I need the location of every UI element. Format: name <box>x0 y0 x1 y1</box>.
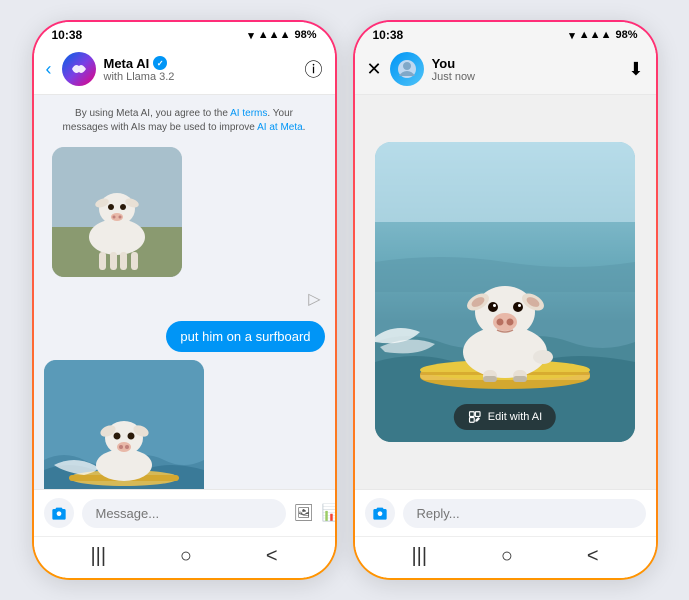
gallery-button[interactable]: 🖼 <box>294 503 314 523</box>
input-bar-right <box>355 489 656 536</box>
mic-button[interactable]: 📊 <box>322 503 335 523</box>
edit-with-ai-label: Edit with AI <box>488 411 542 423</box>
message-input-left[interactable] <box>82 499 286 528</box>
close-button-right[interactable]: ✕ <box>367 59 382 80</box>
header-info-right: You Just now <box>432 56 621 83</box>
edit-with-ai-overlay[interactable]: Edit with AI <box>454 404 556 430</box>
wifi-icon: ▾ <box>248 29 254 42</box>
goat-surf-svg-large <box>375 142 635 442</box>
camera-button-left[interactable] <box>44 498 74 528</box>
user-message-row: put him on a surfboard <box>44 321 325 352</box>
signal-icon-right: ▲▲▲ <box>579 29 612 41</box>
right-phone: 10:38 ▾ ▲▲▲ 98% ✕ You Just now ⬇ <box>353 20 658 580</box>
chat-header-right: ✕ You Just now ⬇ <box>355 46 656 95</box>
goat-svg-original <box>52 147 182 277</box>
battery-right: 98% <box>615 29 637 41</box>
status-bar-left: 10:38 ▾ ▲▲▲ 98% <box>34 22 335 46</box>
camera-button-right[interactable] <box>365 498 395 528</box>
user-message-bubble: put him on a surfboard <box>166 321 324 352</box>
edit-ai-icon <box>468 410 482 424</box>
goat-surf-svg-small <box>44 360 204 489</box>
chat-header-left: ‹ Meta AI ✓ with Llama 3.2 ⓘ <box>34 46 335 95</box>
nav-back-right[interactable]: < <box>587 545 599 568</box>
status-icons-right: ▾ ▲▲▲ 98% <box>569 29 637 42</box>
reply-input-right[interactable] <box>403 499 646 528</box>
header-name-right: You <box>432 56 621 71</box>
ai-image-row <box>44 147 325 277</box>
verified-badge: ✓ <box>153 56 167 70</box>
wifi-icon-right: ▾ <box>569 29 575 42</box>
header-subtitle-left: with Llama 3.2 <box>104 71 297 83</box>
ai-surfing-row <box>44 360 325 489</box>
ai-surfing-image <box>44 360 204 489</box>
battery-left: 98% <box>294 29 316 41</box>
header-name-left: Meta AI ✓ <box>104 56 297 71</box>
nav-bar-left: ||| ○ < <box>34 536 335 578</box>
header-subtitle-right: Just now <box>432 71 621 83</box>
user-avatar-right <box>390 52 424 86</box>
time-right: 10:38 <box>373 28 404 42</box>
full-image-container: Edit with AI <box>375 142 635 442</box>
left-phone: 10:38 ▾ ▲▲▲ 98% ‹ Meta AI ✓ with <box>32 20 337 580</box>
nav-home-left[interactable]: ○ <box>180 545 192 568</box>
nav-home-right[interactable]: ○ <box>501 545 513 568</box>
nav-menu-left[interactable]: ||| <box>90 545 106 568</box>
input-bar-left: 🖼 📊 <box>34 489 335 536</box>
header-info-left: Meta AI ✓ with Llama 3.2 <box>104 56 297 83</box>
meta-ai-avatar <box>62 52 96 86</box>
send-icon-right: ▷ <box>308 289 324 309</box>
ai-terms-link[interactable]: AI terms <box>230 108 267 119</box>
back-button-left[interactable]: ‹ <box>46 59 52 80</box>
status-bar-right: 10:38 ▾ ▲▲▲ 98% <box>355 22 656 46</box>
nav-menu-right[interactable]: ||| <box>411 545 427 568</box>
terms-text: By using Meta AI, you agree to the AI te… <box>44 103 325 139</box>
nav-back-left[interactable]: < <box>266 545 278 568</box>
info-button-left[interactable]: ⓘ <box>305 56 323 82</box>
download-button-right[interactable]: ⬇ <box>628 59 643 80</box>
signal-icon: ▲▲▲ <box>258 29 291 41</box>
status-icons-left: ▾ ▲▲▲ 98% <box>248 29 316 42</box>
time-left: 10:38 <box>52 28 83 42</box>
nav-bar-right: ||| ○ < <box>355 536 656 578</box>
chat-body-left: By using Meta AI, you agree to the AI te… <box>34 95 335 489</box>
right-chat-body: Edit with AI <box>355 95 656 489</box>
meta-link[interactable]: AI at Meta <box>257 122 303 133</box>
ai-original-image <box>52 147 182 277</box>
